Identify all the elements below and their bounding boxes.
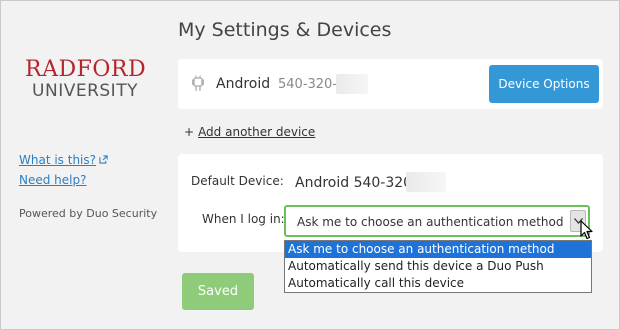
external-link-icon <box>99 155 108 164</box>
redacted-digits <box>336 74 368 94</box>
plus-icon: + <box>184 125 195 139</box>
android-icon <box>192 75 204 91</box>
logo-line-1: RADFORD <box>25 57 147 82</box>
mouse-cursor-icon <box>580 220 593 240</box>
what-is-this-link[interactable]: What is this? <box>19 153 108 167</box>
dropdown-option[interactable]: Automatically send this device a Duo Pus… <box>285 258 591 275</box>
dropdown-option[interactable]: Automatically call this device <box>285 275 591 292</box>
device-card: Android 540-320- Device Options <box>178 59 603 109</box>
radford-university-logo: RADFORD UNIVERSITY <box>25 57 147 102</box>
logo-line-2: UNIVERSITY <box>32 81 138 101</box>
add-another-device-link[interactable]: Add another device <box>198 125 315 139</box>
default-device-label: Default Device: <box>191 174 284 188</box>
powered-by-text: Powered by Duo Security <box>19 207 158 220</box>
duo-settings-window: RADFORD UNIVERSITY What is this? Need he… <box>0 0 620 330</box>
device-options-button[interactable]: Device Options <box>489 65 599 103</box>
what-is-this-label: What is this? <box>19 153 97 167</box>
when-i-log-in-label: When I log in: <box>202 212 285 226</box>
need-help-link[interactable]: Need help? <box>19 173 108 187</box>
device-name: Android <box>216 76 271 92</box>
login-action-selected-value: Ask me to choose an authentication metho… <box>297 215 564 229</box>
login-action-select[interactable]: Ask me to choose an authentication metho… <box>284 205 590 237</box>
redacted-digits <box>406 172 446 192</box>
settings-card: Default Device: Android 540-320- When I … <box>178 154 603 252</box>
default-device-value: Android 540-320- <box>295 175 418 191</box>
login-action-dropdown: Ask me to choose an authentication metho… <box>284 240 592 293</box>
page-title: My Settings & Devices <box>178 19 392 41</box>
saved-button[interactable]: Saved <box>182 273 254 310</box>
device-phone-number: 540-320- <box>278 77 338 92</box>
dropdown-option[interactable]: Ask me to choose an authentication metho… <box>285 241 591 258</box>
sidebar-links: What is this? Need help? <box>19 153 108 193</box>
add-another-device[interactable]: + Add another device <box>184 125 315 139</box>
